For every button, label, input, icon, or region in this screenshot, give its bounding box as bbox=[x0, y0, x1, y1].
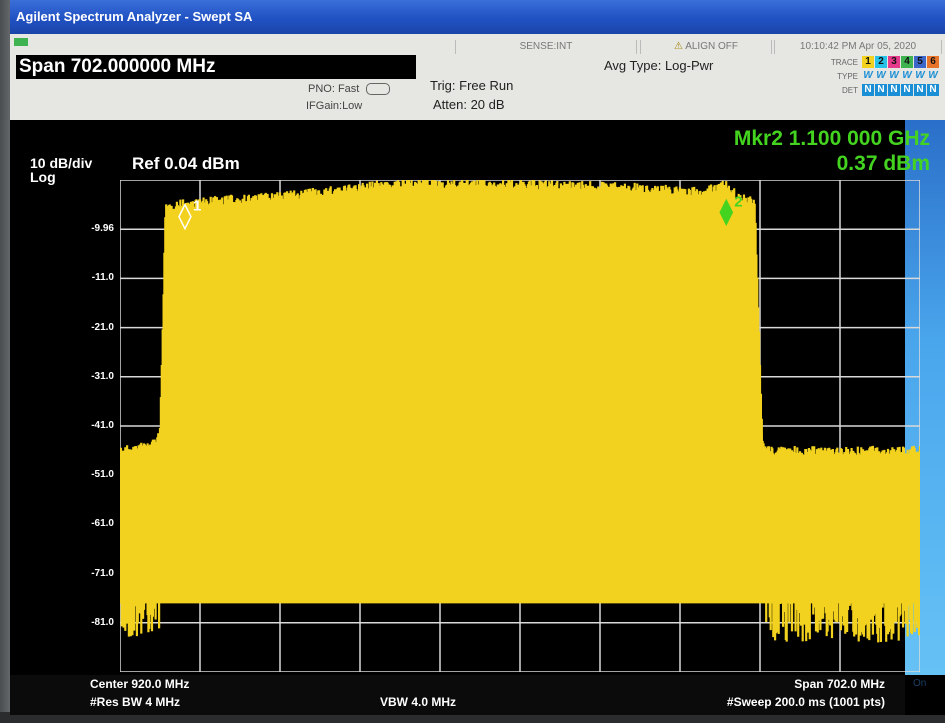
trigger-setting: Trig: Free Run bbox=[430, 78, 514, 93]
marker-frequency: Mkr2 1.100 000 GHz bbox=[733, 127, 930, 150]
trace-number-cells: 123456 bbox=[862, 56, 940, 68]
trace-det-3: N bbox=[888, 84, 900, 96]
y-tick-label: -81.0 bbox=[91, 616, 114, 628]
spectrum-trace bbox=[120, 180, 920, 643]
span-value: Span 702.000000 MHz bbox=[19, 56, 216, 77]
analyzer-screen: Agilent Spectrum Analyzer - Swept SA SEN… bbox=[10, 0, 945, 715]
status-indicator-icon bbox=[14, 38, 28, 46]
footer-span: Span 702.0 MHz bbox=[794, 677, 885, 691]
det-row-label: DET bbox=[842, 86, 858, 95]
y-tick-label: -11.0 bbox=[91, 272, 114, 284]
alert-status: ⚠ ALIGN OFF bbox=[640, 40, 772, 54]
y-tick-label: -9.96 bbox=[91, 223, 114, 235]
warning-icon: ⚠ bbox=[674, 41, 683, 52]
trace-det-6: N bbox=[927, 84, 939, 96]
scale-per-div: 10 dB/div bbox=[30, 155, 93, 171]
vbw: VBW 4.0 MHz bbox=[380, 695, 457, 709]
pno-setting: PNO: Fast bbox=[308, 83, 391, 96]
ref-level: Ref 0.04 dBm bbox=[132, 154, 240, 173]
measurement-footer: Center 920.0 MHz #Res BW 4 MHz VBW 4.0 M… bbox=[10, 675, 905, 715]
trace-1-fill bbox=[120, 197, 920, 604]
trace-det-1: N bbox=[862, 84, 874, 96]
res-bw: #Res BW 4 MHz bbox=[90, 695, 181, 709]
trace-type-5: W bbox=[915, 70, 925, 81]
trace-det-5: N bbox=[914, 84, 926, 96]
trace-number-1: 1 bbox=[862, 56, 874, 68]
y-tick-label: -41.0 bbox=[91, 420, 114, 431]
trace-type-6: W bbox=[928, 70, 938, 81]
span-readout[interactable]: Span 702.000000 MHz bbox=[16, 55, 416, 79]
y-tick-label: -21.0 bbox=[91, 321, 114, 333]
trace-type-4: W bbox=[902, 70, 912, 81]
trace-number-6: 6 bbox=[927, 56, 939, 68]
y-tick-label: -71.0 bbox=[91, 567, 114, 579]
sense-status: SENSE:INT bbox=[455, 40, 637, 54]
y-tick-label: -51.0 bbox=[91, 469, 114, 481]
trace-row-label: TRACE bbox=[830, 58, 858, 67]
y-tick-label: -31.0 bbox=[91, 370, 114, 382]
type-row-label: TYPE bbox=[837, 72, 858, 81]
window-titlebar: Agilent Spectrum Analyzer - Swept SA bbox=[10, 0, 945, 34]
trace-type-cells: WWWWWW bbox=[862, 70, 940, 82]
trace-number-4: 4 bbox=[901, 56, 913, 68]
trace-number-2: 2 bbox=[875, 56, 887, 68]
scale-label: 10 dB/div Log bbox=[30, 156, 92, 184]
trace-det-4: N bbox=[901, 84, 913, 96]
marker-1-label: 1 bbox=[193, 198, 201, 215]
ifgain-setting: IFGain:Low bbox=[306, 100, 363, 112]
trace-type-1: W bbox=[863, 70, 873, 81]
spectrum-graticule[interactable]: 12 bbox=[120, 180, 920, 672]
measurement-info-bar: SENSE:INT ⚠ ALIGN OFF 10:10:42 PM Apr 05… bbox=[10, 34, 945, 120]
avg-type-setting: Avg Type: Log-Pwr bbox=[604, 58, 714, 73]
trace-number-3: 3 bbox=[888, 56, 900, 68]
trace-det-cells: NNNNNN bbox=[862, 84, 940, 96]
alert-text: ALIGN OFF bbox=[685, 41, 738, 52]
trace-type-3: W bbox=[889, 70, 899, 81]
datetime-status: 10:10:42 PM Apr 05, 2020 bbox=[774, 40, 942, 54]
trace-status-table: TRACE 123456 TYPE WWWWWW DET NNNNNN bbox=[798, 56, 940, 98]
softkey-on-label[interactable]: On bbox=[913, 678, 926, 689]
trace-number-5: 5 bbox=[914, 56, 926, 68]
pno-arrow-icon bbox=[366, 83, 391, 96]
trace-type-2: W bbox=[876, 70, 886, 81]
scale-type: Log bbox=[30, 169, 56, 185]
trace-det-2: N bbox=[875, 84, 887, 96]
center-freq: Center 920.0 MHz bbox=[90, 677, 190, 691]
attenuation-setting: Atten: 20 dB bbox=[433, 97, 505, 112]
window-title: Agilent Spectrum Analyzer - Swept SA bbox=[16, 9, 253, 24]
marker-amplitude: 0.37 dBm bbox=[836, 152, 930, 175]
marker-readout: Mkr2 1.100 000 GHz 0.37 dBm bbox=[650, 126, 930, 176]
sweep-time: #Sweep 200.0 ms (1001 pts) bbox=[726, 695, 885, 709]
y-tick-label: -61.0 bbox=[91, 518, 114, 530]
marker-2-label: 2 bbox=[734, 193, 742, 210]
